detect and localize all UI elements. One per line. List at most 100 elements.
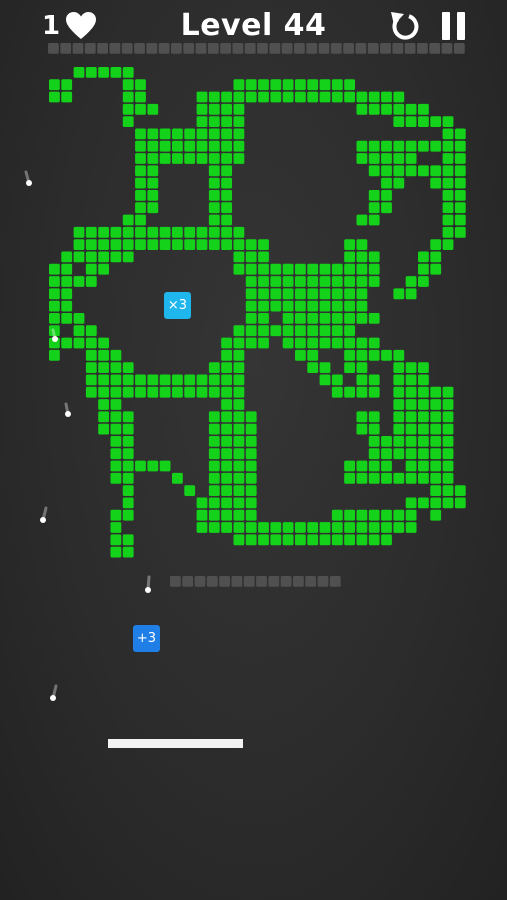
brick (184, 153, 196, 164)
brick (245, 337, 257, 349)
brick (405, 288, 417, 300)
brick (368, 263, 380, 275)
brick (135, 153, 146, 164)
brick (381, 177, 392, 189)
paddle[interactable] (108, 739, 243, 748)
brick (196, 116, 208, 127)
brick (368, 460, 380, 472)
brick (147, 103, 159, 115)
brick (73, 325, 85, 337)
brick (381, 103, 392, 115)
brick (110, 349, 122, 361)
brick (282, 263, 294, 275)
brick (368, 534, 380, 546)
barrier-block (404, 43, 416, 54)
brick (454, 485, 466, 496)
brick (381, 472, 392, 484)
brick (319, 288, 331, 300)
brick (245, 239, 257, 250)
barrier-block (158, 43, 170, 54)
brick (454, 202, 466, 214)
brick (270, 325, 282, 337)
brick (258, 276, 269, 287)
barrier-block (146, 43, 158, 54)
brick (85, 349, 97, 361)
brick (122, 214, 134, 226)
brick (344, 276, 355, 287)
brick (221, 436, 232, 447)
brick (381, 165, 392, 177)
brick (49, 349, 60, 361)
brick (208, 374, 220, 386)
brick (356, 288, 368, 300)
brick (393, 472, 405, 484)
brick (430, 460, 442, 472)
brick (307, 276, 319, 287)
brick (135, 91, 146, 103)
barrier-block (281, 43, 293, 54)
brick (122, 436, 134, 447)
brick (110, 509, 122, 521)
brick (331, 91, 343, 103)
brick (344, 386, 355, 398)
brick (85, 239, 97, 250)
brick (245, 460, 257, 472)
brick (159, 374, 171, 386)
brick (245, 423, 257, 435)
brick (147, 386, 159, 398)
brick (442, 128, 454, 140)
barrier-block (182, 576, 194, 587)
brick (245, 534, 257, 546)
brick (122, 546, 134, 558)
brick (418, 140, 429, 152)
brick (184, 239, 196, 250)
brick (233, 374, 245, 386)
brick (172, 140, 183, 152)
brick (159, 239, 171, 250)
barrier-block (294, 43, 305, 54)
brick (368, 103, 380, 115)
brick (196, 239, 208, 250)
brick (196, 153, 208, 164)
brick (368, 374, 380, 386)
brick (442, 202, 454, 214)
barrier-block (194, 576, 206, 587)
brick (393, 423, 405, 435)
barrier-block (134, 43, 145, 54)
brick (233, 485, 245, 496)
brick (122, 534, 134, 546)
brick (245, 288, 257, 300)
brick (295, 337, 306, 349)
brick (368, 153, 380, 164)
game-field[interactable] (0, 0, 507, 900)
brick (282, 276, 294, 287)
brick (418, 423, 429, 435)
brick (381, 140, 392, 152)
brick (258, 313, 269, 324)
brick (245, 300, 257, 312)
brick (344, 251, 355, 263)
brick (245, 325, 257, 337)
brick (368, 436, 380, 447)
brick (282, 534, 294, 546)
brick (307, 313, 319, 324)
brick (418, 276, 429, 287)
brick (221, 116, 232, 127)
brick (307, 534, 319, 546)
brick (270, 263, 282, 275)
brick (282, 313, 294, 324)
brick (208, 140, 220, 152)
brick (295, 325, 306, 337)
brick (381, 91, 392, 103)
brick (184, 386, 196, 398)
brick (147, 460, 159, 472)
brick (49, 276, 60, 287)
brick (454, 140, 466, 152)
brick (258, 337, 269, 349)
brick (110, 362, 122, 373)
brick (454, 214, 466, 226)
brick (135, 460, 146, 472)
brick (295, 522, 306, 533)
brick (159, 386, 171, 398)
brick (122, 251, 134, 263)
